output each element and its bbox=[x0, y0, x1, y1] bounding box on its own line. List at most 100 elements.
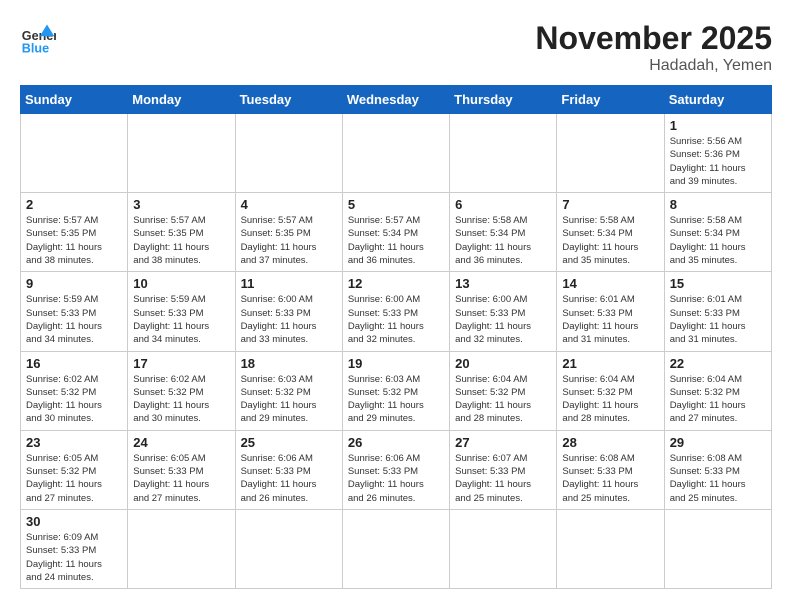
day-number: 15 bbox=[670, 276, 766, 291]
day-info: Sunrise: 6:04 AM Sunset: 5:32 PM Dayligh… bbox=[455, 373, 551, 426]
day-info: Sunrise: 6:00 AM Sunset: 5:33 PM Dayligh… bbox=[241, 293, 337, 346]
day-header-monday: Monday bbox=[128, 86, 235, 114]
calendar-cell: 9Sunrise: 5:59 AM Sunset: 5:33 PM Daylig… bbox=[21, 272, 128, 351]
day-number: 21 bbox=[562, 356, 658, 371]
day-number: 16 bbox=[26, 356, 122, 371]
calendar-cell: 12 Sunrise: 6:00 AM Sunset: 5:33 PM Dayli… bbox=[342, 272, 449, 351]
day-info: Sunrise: 6:01 AM Sunset: 5:33 PM Dayligh… bbox=[562, 293, 658, 346]
calendar-week-4: 16 Sunrise: 6:02 AM Sunset: 5:32 PM Dayli… bbox=[21, 351, 772, 430]
calendar-week-3: 9Sunrise: 5:59 AM Sunset: 5:33 PM Daylig… bbox=[21, 272, 772, 351]
day-info: Sunrise: 6:08 AM Sunset: 5:33 PM Dayligh… bbox=[670, 452, 766, 505]
day-header-saturday: Saturday bbox=[664, 86, 771, 114]
day-info: Sunrise: 6:08 AM Sunset: 5:33 PM Dayligh… bbox=[562, 452, 658, 505]
day-info: Sunrise: 6:00 AM Sunset: 5:33 PM Dayligh… bbox=[455, 293, 551, 346]
day-info: Sunrise: 6:06 AM Sunset: 5:33 PM Dayligh… bbox=[241, 452, 337, 505]
day-info: Sunrise: 6:03 AM Sunset: 5:32 PM Dayligh… bbox=[348, 373, 444, 426]
calendar-table: SundayMondayTuesdayWednesdayThursdayFrid… bbox=[20, 85, 772, 589]
day-info: Sunrise: 5:57 AM Sunset: 5:35 PM Dayligh… bbox=[26, 214, 122, 267]
day-number: 10 bbox=[133, 276, 229, 291]
calendar-cell: 24Sunrise: 6:05 AM Sunset: 5:33 PM Dayli… bbox=[128, 430, 235, 509]
day-number: 20 bbox=[455, 356, 551, 371]
day-number: 24 bbox=[133, 435, 229, 450]
calendar-cell bbox=[450, 509, 557, 588]
calendar-week-5: 23 Sunrise: 6:05 AM Sunset: 5:32 PM Dayli… bbox=[21, 430, 772, 509]
calendar-cell: 13 Sunrise: 6:00 AM Sunset: 5:33 PM Dayli… bbox=[450, 272, 557, 351]
day-number: 30 bbox=[26, 514, 122, 529]
location-title: Hadadah, Yemen bbox=[535, 57, 772, 75]
calendar-cell bbox=[557, 509, 664, 588]
calendar-week-1: 1Sunrise: 5:56 AM Sunset: 5:36 PM Daylig… bbox=[21, 114, 772, 193]
calendar-cell bbox=[235, 114, 342, 193]
calendar-cell bbox=[450, 114, 557, 193]
day-number: 7 bbox=[562, 197, 658, 212]
calendar-week-2: 2Sunrise: 5:57 AM Sunset: 5:35 PM Daylig… bbox=[21, 193, 772, 272]
day-number: 13 bbox=[455, 276, 551, 291]
calendar-cell: 30 Sunrise: 6:09 AM Sunset: 5:33 PM Dayli… bbox=[21, 509, 128, 588]
calendar-cell: 22 Sunrise: 6:04 AM Sunset: 5:32 PM Dayli… bbox=[664, 351, 771, 430]
calendar-cell: 20 Sunrise: 6:04 AM Sunset: 5:32 PM Dayli… bbox=[450, 351, 557, 430]
day-info: Sunrise: 6:01 AM Sunset: 5:33 PM Dayligh… bbox=[670, 293, 766, 346]
day-info: Sunrise: 6:04 AM Sunset: 5:32 PM Dayligh… bbox=[670, 373, 766, 426]
page-header: General Blue November 2025 Hadadah, Yeme… bbox=[20, 20, 772, 75]
calendar-cell: 17 Sunrise: 6:02 AM Sunset: 5:32 PM Dayli… bbox=[128, 351, 235, 430]
calendar-cell: 23 Sunrise: 6:05 AM Sunset: 5:32 PM Dayli… bbox=[21, 430, 128, 509]
day-number: 28 bbox=[562, 435, 658, 450]
day-info: Sunrise: 6:00 AM Sunset: 5:33 PM Dayligh… bbox=[348, 293, 444, 346]
calendar-cell bbox=[342, 509, 449, 588]
day-info: Sunrise: 6:09 AM Sunset: 5:33 PM Dayligh… bbox=[26, 531, 122, 584]
calendar-cell: 1Sunrise: 5:56 AM Sunset: 5:36 PM Daylig… bbox=[664, 114, 771, 193]
calendar-cell bbox=[128, 114, 235, 193]
day-info: Sunrise: 6:02 AM Sunset: 5:32 PM Dayligh… bbox=[26, 373, 122, 426]
day-number: 26 bbox=[348, 435, 444, 450]
calendar-cell: 16 Sunrise: 6:02 AM Sunset: 5:32 PM Dayli… bbox=[21, 351, 128, 430]
day-header-wednesday: Wednesday bbox=[342, 86, 449, 114]
calendar-cell: 6Sunrise: 5:58 AM Sunset: 5:34 PM Daylig… bbox=[450, 193, 557, 272]
calendar-week-6: 30 Sunrise: 6:09 AM Sunset: 5:33 PM Dayli… bbox=[21, 509, 772, 588]
day-number: 11 bbox=[241, 276, 337, 291]
day-info: Sunrise: 6:02 AM Sunset: 5:32 PM Dayligh… bbox=[133, 373, 229, 426]
day-info: Sunrise: 5:57 AM Sunset: 5:35 PM Dayligh… bbox=[133, 214, 229, 267]
day-number: 8 bbox=[670, 197, 766, 212]
calendar-cell: 27 Sunrise: 6:07 AM Sunset: 5:33 PM Dayli… bbox=[450, 430, 557, 509]
calendar-cell: 4Sunrise: 5:57 AM Sunset: 5:35 PM Daylig… bbox=[235, 193, 342, 272]
day-info: Sunrise: 6:07 AM Sunset: 5:33 PM Dayligh… bbox=[455, 452, 551, 505]
svg-text:Blue: Blue bbox=[22, 41, 49, 55]
day-info: Sunrise: 5:57 AM Sunset: 5:35 PM Dayligh… bbox=[241, 214, 337, 267]
calendar-cell bbox=[664, 509, 771, 588]
day-number: 5 bbox=[348, 197, 444, 212]
calendar-cell: 10Sunrise: 5:59 AM Sunset: 5:33 PM Dayli… bbox=[128, 272, 235, 351]
day-info: Sunrise: 5:57 AM Sunset: 5:34 PM Dayligh… bbox=[348, 214, 444, 267]
day-number: 29 bbox=[670, 435, 766, 450]
day-number: 23 bbox=[26, 435, 122, 450]
day-header-tuesday: Tuesday bbox=[235, 86, 342, 114]
calendar-cell: 21Sunrise: 6:04 AM Sunset: 5:32 PM Dayli… bbox=[557, 351, 664, 430]
day-number: 9 bbox=[26, 276, 122, 291]
day-number: 17 bbox=[133, 356, 229, 371]
calendar-cell: 15 Sunrise: 6:01 AM Sunset: 5:33 PM Dayli… bbox=[664, 272, 771, 351]
calendar-cell: 8Sunrise: 5:58 AM Sunset: 5:34 PM Daylig… bbox=[664, 193, 771, 272]
day-info: Sunrise: 6:05 AM Sunset: 5:32 PM Dayligh… bbox=[26, 452, 122, 505]
calendar-cell: 28 Sunrise: 6:08 AM Sunset: 5:33 PM Dayli… bbox=[557, 430, 664, 509]
day-number: 22 bbox=[670, 356, 766, 371]
day-info: Sunrise: 5:56 AM Sunset: 5:36 PM Dayligh… bbox=[670, 135, 766, 188]
calendar-cell bbox=[128, 509, 235, 588]
day-header-thursday: Thursday bbox=[450, 86, 557, 114]
month-title: November 2025 bbox=[535, 20, 772, 57]
day-number: 14 bbox=[562, 276, 658, 291]
title-block: November 2025 Hadadah, Yemen bbox=[535, 20, 772, 75]
day-info: Sunrise: 6:06 AM Sunset: 5:33 PM Dayligh… bbox=[348, 452, 444, 505]
day-number: 18 bbox=[241, 356, 337, 371]
calendar-cell bbox=[235, 509, 342, 588]
calendar-cell: 18 Sunrise: 6:03 AM Sunset: 5:32 PM Dayli… bbox=[235, 351, 342, 430]
calendar-cell: 7Sunrise: 5:58 AM Sunset: 5:34 PM Daylig… bbox=[557, 193, 664, 272]
calendar-cell: 14 Sunrise: 6:01 AM Sunset: 5:33 PM Dayli… bbox=[557, 272, 664, 351]
day-number: 27 bbox=[455, 435, 551, 450]
calendar-cell bbox=[21, 114, 128, 193]
day-number: 25 bbox=[241, 435, 337, 450]
calendar-cell: 2Sunrise: 5:57 AM Sunset: 5:35 PM Daylig… bbox=[21, 193, 128, 272]
day-info: Sunrise: 6:03 AM Sunset: 5:32 PM Dayligh… bbox=[241, 373, 337, 426]
calendar-cell: 11 Sunrise: 6:00 AM Sunset: 5:33 PM Dayli… bbox=[235, 272, 342, 351]
day-number: 12 bbox=[348, 276, 444, 291]
day-number: 19 bbox=[348, 356, 444, 371]
day-header-row: SundayMondayTuesdayWednesdayThursdayFrid… bbox=[21, 86, 772, 114]
